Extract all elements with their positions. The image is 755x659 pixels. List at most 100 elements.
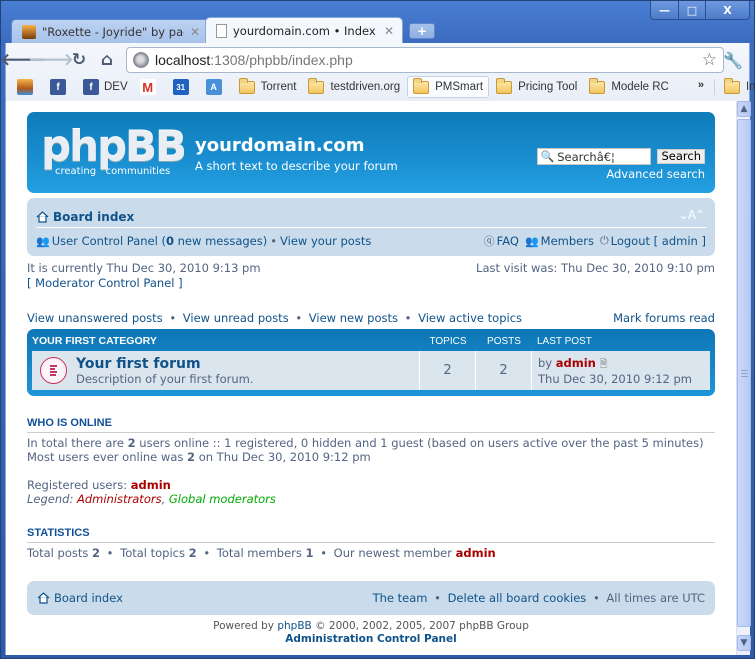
bookmark-testdriven[interactable]: testdriven.org (303, 76, 405, 98)
tab-yourdomain[interactable]: yourdomain.com • Index p… ✕ (205, 17, 403, 43)
calendar-icon: 31 (172, 79, 189, 95)
view-unread-link[interactable]: View unread posts (183, 311, 289, 325)
newest-member-link[interactable]: admin (456, 546, 496, 560)
scroll-up-button[interactable]: ▲ (737, 101, 751, 117)
address-bar[interactable]: localhost:1308/phpbb/index.php ☆ (126, 47, 724, 73)
category-title-link[interactable]: YOUR FIRST CATEGORY (32, 335, 157, 347)
home-button[interactable]: ⌂ (96, 49, 118, 71)
view-latest-post-icon[interactable]: 🗎 (600, 359, 608, 370)
other-bookmarks[interactable]: Inne zakładki (719, 76, 755, 98)
footer-board-index-link[interactable]: Board index (54, 591, 123, 605)
who-is-online-heading[interactable]: WHO IS ONLINE (27, 417, 112, 429)
bookmark-label: Torrent (260, 81, 297, 93)
board-index-link[interactable]: Board index (36, 210, 134, 224)
bookmark-modele-rc[interactable]: Modele RC (584, 76, 674, 98)
search-value: Searchâ€¦ (557, 149, 615, 164)
search-input[interactable]: 🔍 Searchâ€¦ (537, 148, 652, 165)
last-post-author-link[interactable]: admin (556, 356, 596, 370)
browser-window: "Roxette - Joyride" by pad… ✕ yourdomain… (0, 0, 755, 659)
bookmark-translate[interactable]: A (201, 76, 232, 98)
ucp-link[interactable]: User Control Panel (0 new messages) (52, 234, 268, 248)
statistics-heading: STATISTICS (27, 527, 715, 543)
bookmark-calendar[interactable]: 31 (168, 76, 199, 98)
topics-header: TOPICS (429, 335, 467, 347)
legend-global-moderators-link[interactable]: Global moderators (169, 492, 276, 506)
logout-link[interactable]: Logout [ admin ] (611, 234, 706, 248)
tab-strip: "Roxette - Joyride" by pad… ✕ yourdomain… (11, 17, 435, 43)
who-is-online-section: WHO IS ONLINE In total there are 2 users… (27, 417, 715, 506)
phpbb-link[interactable]: phpBB (277, 620, 311, 632)
bookmark-torrent[interactable]: Torrent (234, 76, 302, 98)
bookmark-pricing-tool[interactable]: Pricing Tool (491, 76, 582, 98)
close-window-button[interactable]: X (705, 1, 749, 19)
home-icon (36, 210, 49, 223)
bookmark-label: PMSmart (435, 81, 484, 93)
bookmarks-overflow-button[interactable]: » (694, 79, 715, 95)
logout-icon: ⏻ (599, 234, 609, 247)
search-button[interactable]: Search (657, 149, 705, 164)
bookmarks-bar: f f DEV M 31 A Torrent testdriven.org PMS… (6, 75, 755, 99)
bookmark-facebook-dev[interactable]: f DEV (78, 76, 133, 98)
user-control-panel-icon: 👥 (36, 234, 50, 248)
bookmark-image[interactable] (12, 76, 43, 98)
members-link[interactable]: Members (541, 234, 594, 248)
timezone-info: All times are UTC (606, 591, 705, 605)
registered-users: Registered users: admin (27, 478, 171, 492)
bookmark-star-icon[interactable]: ☆ (702, 50, 717, 70)
forum-read-icon (40, 357, 67, 384)
faq-link[interactable]: FAQ (497, 234, 519, 248)
bookmark-facebook[interactable]: f (45, 76, 76, 98)
bookmark-label: DEV (104, 81, 128, 93)
vertical-scrollbar[interactable]: ▲ ▼ (736, 101, 751, 655)
the-team-link[interactable]: The team (373, 591, 428, 605)
bookmark-gmail[interactable]: M (135, 76, 166, 98)
tab-roxette[interactable]: "Roxette - Joyride" by pad… ✕ (11, 19, 209, 43)
moderator-control-panel-link[interactable]: [ Moderator Control Panel ] (27, 276, 183, 290)
view-active-topics-link[interactable]: View active topics (418, 311, 522, 325)
bookmark-pmsmart[interactable]: PMSmart (407, 76, 490, 98)
view-new-posts-link[interactable]: View new posts (309, 311, 398, 325)
gmail-icon: M (139, 79, 156, 95)
view-unanswered-link[interactable]: View unanswered posts (27, 311, 163, 325)
forum-category: YOUR FIRST CATEGORY TOPICS POSTS LAST PO… (27, 329, 715, 396)
close-tab-icon[interactable]: ✕ (190, 25, 200, 39)
copyright: Powered by phpBB © 2000, 2002, 2005, 200… (213, 620, 529, 645)
search-icon: 🔍 (540, 150, 555, 163)
phpbb-logo[interactable]: phpBB creating communities (41, 122, 187, 178)
forum-row: Your first forum Description of your fir… (32, 351, 710, 390)
folder-icon (413, 77, 430, 94)
title-bar: "Roxette - Joyride" by pad… ✕ yourdomain… (1, 1, 755, 45)
forum-last-post: by admin 🗎 Thu Dec 30, 2010 9:12 pm (532, 351, 710, 390)
registered-user-link[interactable]: admin (131, 478, 171, 492)
url-text: localhost:1308/phpbb/index.php (155, 52, 353, 68)
view-your-posts-link[interactable]: View your posts (280, 234, 371, 248)
minimize-button[interactable]: — (651, 1, 678, 19)
font-size-control[interactable]: ⌄A⌃ (679, 208, 705, 222)
delete-cookies-link[interactable]: Delete all board cookies (448, 591, 587, 605)
forward-button[interactable]: 🡒 (28, 49, 74, 71)
logo-tagline: creating communities (55, 166, 171, 177)
time-info: It is currently Thu Dec 30, 2010 9:13 pm… (27, 261, 715, 275)
window-controls: — □ X (650, 1, 750, 20)
separator: • (295, 311, 303, 325)
footer-navbar: Board index The team • Delete all board … (27, 581, 715, 615)
maximize-button[interactable]: □ (678, 1, 705, 19)
close-tab-icon[interactable]: ✕ (384, 24, 394, 38)
mark-forums-read-link[interactable]: Mark forums read (613, 311, 715, 325)
statistics-text: Total posts 2 • Total topics 2 • Total m… (27, 546, 496, 560)
admin-control-panel-link[interactable]: Administration Control Panel (285, 633, 457, 645)
scroll-down-button[interactable]: ▼ (737, 635, 751, 651)
bookmark-label: Pricing Tool (518, 81, 578, 93)
wrench-menu-icon[interactable]: 🔧 (723, 51, 743, 70)
advanced-search-link[interactable]: Advanced search (606, 167, 705, 181)
forum-title-link[interactable]: Your first forum (76, 356, 201, 372)
legend-administrators-link[interactable]: Administrators (77, 492, 162, 506)
logo-text: phpBB (41, 122, 187, 171)
scrollbar-thumb[interactable] (737, 119, 751, 627)
new-tab-button[interactable]: + (409, 23, 435, 39)
reload-button[interactable]: ↻ (68, 49, 90, 71)
folder-icon (496, 77, 513, 94)
online-record: Most users ever online was 2 on Thu Dec … (27, 450, 371, 464)
home-icon (37, 592, 50, 604)
board-index-label: Board index (53, 209, 135, 224)
